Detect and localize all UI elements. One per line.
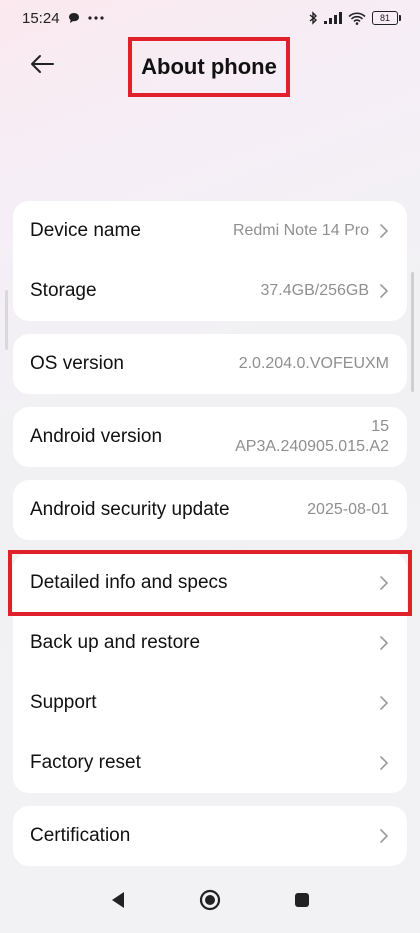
certification-card: Certification bbox=[13, 806, 407, 866]
wifi-icon bbox=[348, 12, 366, 25]
nav-home-icon bbox=[199, 889, 221, 911]
chevron-right-icon bbox=[380, 829, 389, 843]
android-version-card: Android version 15 AP3A.240905.015.A2 bbox=[13, 407, 407, 467]
row-label: Certification bbox=[30, 825, 131, 846]
row-label: OS version bbox=[30, 353, 124, 374]
status-bar: 15:24 81 bbox=[0, 0, 420, 36]
row-label: Device name bbox=[30, 220, 141, 241]
row-value: 37.4GB/256GB bbox=[260, 282, 369, 299]
android-build-number: AP3A.240905.015.A2 bbox=[235, 438, 389, 455]
nav-recents-button[interactable] bbox=[282, 880, 322, 920]
certification-row[interactable]: Certification bbox=[13, 806, 407, 866]
navigation-bar bbox=[0, 880, 420, 933]
row-label: Android version bbox=[30, 426, 163, 447]
status-time: 15:24 bbox=[22, 10, 60, 27]
row-label: Back up and restore bbox=[30, 632, 201, 653]
factory-reset-row[interactable]: Factory reset bbox=[13, 733, 407, 793]
nav-back-icon bbox=[112, 892, 124, 908]
security-update-card: Android security update 2025-08-01 bbox=[13, 480, 407, 540]
chevron-right-icon bbox=[380, 756, 389, 770]
row-label: Support bbox=[30, 692, 97, 713]
edge-indicator bbox=[5, 290, 8, 350]
row-value: Redmi Note 14 Pro bbox=[232, 222, 369, 239]
nav-back-button[interactable] bbox=[98, 880, 138, 920]
device-card: Device name Redmi Note 14 Pro Storage 37… bbox=[13, 201, 407, 321]
chevron-right-icon bbox=[380, 696, 389, 710]
os-version-row[interactable]: OS version 2.0.204.0.VOFEUXM bbox=[13, 334, 407, 394]
page-title: About phone bbox=[141, 54, 277, 79]
back-button[interactable] bbox=[22, 44, 62, 84]
status-system-icons: 81 bbox=[309, 11, 401, 25]
chevron-right-icon bbox=[380, 636, 389, 650]
support-row[interactable]: Support bbox=[13, 673, 407, 733]
nav-home-button[interactable] bbox=[190, 880, 230, 920]
android-version-row[interactable]: Android version 15 AP3A.240905.015.A2 bbox=[13, 407, 407, 467]
page-title-container: About phone bbox=[128, 37, 290, 97]
row-label: Android security update bbox=[30, 499, 230, 520]
chat-bubble-icon bbox=[69, 13, 79, 23]
more-dots-icon bbox=[88, 16, 104, 20]
android-version-number: 15 bbox=[371, 418, 389, 435]
battery-icon: 81 bbox=[372, 11, 401, 25]
os-version-card: OS version 2.0.204.0.VOFEUXM bbox=[13, 334, 407, 394]
security-update-row[interactable]: Android security update 2025-08-01 bbox=[13, 480, 407, 540]
nav-recents-icon bbox=[295, 893, 309, 907]
chevron-right-icon bbox=[380, 284, 389, 298]
backup-restore-row[interactable]: Back up and restore bbox=[13, 613, 407, 673]
row-label: Storage bbox=[30, 280, 97, 301]
scrollbar[interactable] bbox=[411, 272, 414, 392]
device-name-row[interactable]: Device name Redmi Note 14 Pro bbox=[13, 201, 407, 261]
highlight-box bbox=[8, 550, 412, 616]
bluetooth-icon bbox=[309, 11, 318, 25]
row-label: Factory reset bbox=[30, 752, 141, 773]
row-value: 15 AP3A.240905.015.A2 bbox=[235, 417, 389, 457]
row-value: 2025-08-01 bbox=[307, 501, 389, 518]
chevron-right-icon bbox=[380, 224, 389, 238]
row-value: 2.0.204.0.VOFEUXM bbox=[238, 355, 389, 372]
signal-icon bbox=[324, 12, 342, 24]
storage-row[interactable]: Storage 37.4GB/256GB bbox=[13, 261, 407, 321]
back-arrow-icon bbox=[31, 55, 54, 73]
status-notifications bbox=[68, 12, 104, 24]
